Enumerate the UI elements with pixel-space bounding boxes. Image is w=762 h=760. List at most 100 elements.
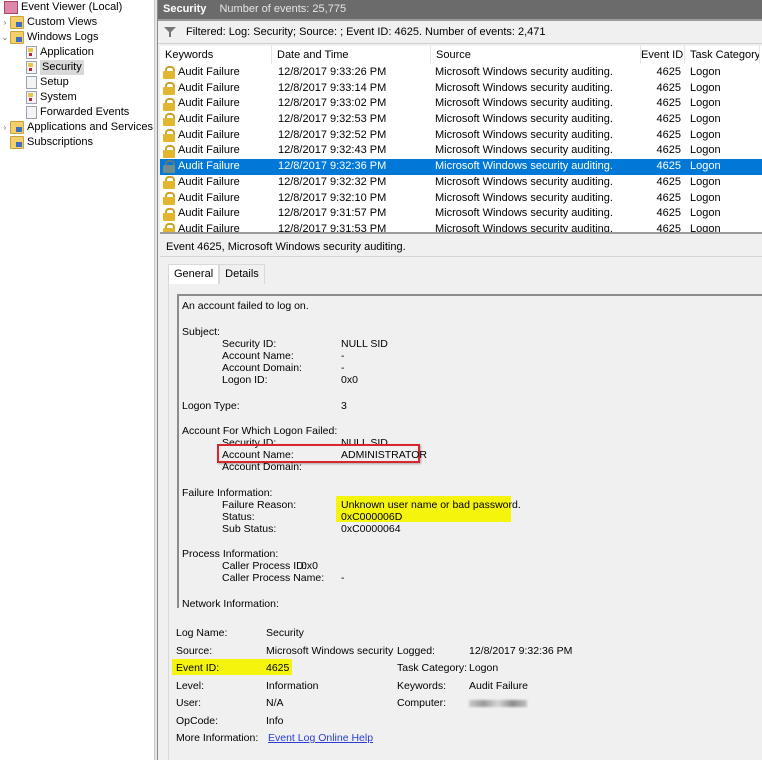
cell-event-id: 4625 <box>656 113 681 126</box>
log-icon <box>26 106 37 119</box>
event-viewer-icon <box>4 1 18 14</box>
cell-source: Microsoft Windows security auditing. <box>435 113 613 126</box>
meta-task-category-value: Logon <box>469 662 499 674</box>
cell-task-category: Logon <box>690 113 721 126</box>
cell-keywords: Audit Failure <box>160 143 272 159</box>
lock-icon <box>163 207 175 221</box>
logon-type-label: Logon Type: <box>182 400 240 412</box>
event-row[interactable]: Audit Failure 12/8/2017 9:33:02 PM Microso… <box>160 96 762 112</box>
tree-item-event-viewer-local[interactable]: Event Viewer (Local) <box>0 0 122 15</box>
meta-logged-value: 12/8/2017 9:32:36 PM <box>469 645 573 657</box>
event-row[interactable]: Audit Failure 12/8/2017 9:32:43 PM Microso… <box>160 143 762 159</box>
cell-date-time: 12/8/2017 9:33:26 PM <box>278 66 387 78</box>
column-header-event-id[interactable]: Event ID <box>641 46 685 64</box>
meta-user-label: User: <box>176 697 202 709</box>
event-log-online-help-link[interactable]: Event Log Online Help <box>268 731 373 745</box>
tree-item-windows-logs[interactable]: ⌄ Windows Logs <box>0 30 99 45</box>
cell-task-category: Logon <box>690 66 721 78</box>
cell-source: Microsoft Windows security auditing. <box>435 222 613 234</box>
subject-account-name-value: - <box>341 350 345 362</box>
status-label: Status: <box>222 511 255 523</box>
cell-date-time: 12/8/2017 9:31:57 PM <box>278 207 387 220</box>
keywords-text: Audit Failure <box>178 81 240 94</box>
filter-bar: Filtered: Log: Security; Source: ; Event… <box>158 19 762 44</box>
meta-task-category-label: Task Category: <box>397 662 468 674</box>
log-icon <box>26 76 37 89</box>
tree-item-security[interactable]: Security <box>16 60 84 75</box>
tree-item-application[interactable]: Application <box>16 45 94 60</box>
process-info-heading: Process Information: <box>182 548 279 560</box>
cell-date-time: 12/8/2017 9:32:32 PM <box>278 175 387 188</box>
tree-item-label: Forwarded Events <box>40 106 130 118</box>
event-description[interactable]: An account failed to log on. Subject: Se… <box>177 294 762 608</box>
meta-logged-label: Logged: <box>397 645 435 657</box>
subject-security-id-value: NULL SID <box>341 338 388 350</box>
cell-task-category: Logon <box>690 175 721 188</box>
subject-account-domain-label: Account Domain: <box>222 362 302 374</box>
subject-account-domain-value: - <box>341 362 345 374</box>
event-row[interactable]: Audit Failure 12/8/2017 9:31:57 PM Microso… <box>160 206 762 222</box>
event-row[interactable]: Audit Failure 12/8/2017 9:33:26 PM Microso… <box>160 65 762 81</box>
event-row[interactable]: Audit Failure 12/8/2017 9:32:32 PM Microso… <box>160 175 762 191</box>
cell-event-id: 4625 <box>656 97 681 110</box>
meta-opcode-label: OpCode: <box>176 715 219 727</box>
chevron-right-icon[interactable]: › <box>0 120 10 135</box>
cell-task-category: Logon <box>690 81 721 94</box>
keywords-text: Audit Failure <box>178 159 240 175</box>
keywords-text: Audit Failure <box>178 97 240 110</box>
cell-task-category: Logon <box>690 207 721 220</box>
lock-icon <box>163 176 175 190</box>
tree-item-label: Applications and Services Lo <box>27 121 154 133</box>
tree-item-custom-views[interactable]: › Custom Views <box>0 15 97 30</box>
description-intro: An account failed to log on. <box>182 300 309 312</box>
tab-general[interactable]: General <box>168 264 220 285</box>
tree-item-label: Application <box>40 46 94 58</box>
tree-item-label: Security <box>40 60 84 75</box>
cell-keywords: Audit Failure <box>160 81 272 97</box>
log-icon <box>26 46 37 59</box>
main-pane: Security Number of events: 25,775 Filter… <box>158 0 762 760</box>
chevron-right-icon[interactable]: › <box>0 15 10 30</box>
event-row[interactable]: Audit Failure 12/8/2017 9:32:52 PM Microso… <box>160 128 762 144</box>
cell-event-id: 4625 <box>656 175 681 188</box>
meta-opcode-value: Info <box>266 715 284 727</box>
event-row[interactable]: Audit Failure 12/8/2017 9:31:53 PM Microso… <box>160 222 762 234</box>
tree-item-label: Subscriptions <box>27 136 94 148</box>
cell-date-time: 12/8/2017 9:32:52 PM <box>278 128 387 141</box>
tree-item-subscriptions[interactable]: Subscriptions <box>0 135 93 150</box>
event-row[interactable]: Audit Failure 12/8/2017 9:33:14 PM Microso… <box>160 81 762 97</box>
cell-keywords: Audit Failure <box>160 96 272 112</box>
cell-keywords: Audit Failure <box>160 128 272 144</box>
meta-computer-label: Computer: <box>397 697 447 709</box>
grid-header: Keywords Date and Time Source Event ID T… <box>160 46 762 65</box>
chevron-down-icon[interactable]: ⌄ <box>0 30 10 45</box>
cell-event-id: 4625 <box>656 128 681 141</box>
failure-reason-value: Unknown user name or bad password. <box>341 499 521 511</box>
cell-date-time: 12/8/2017 9:33:02 PM <box>278 97 387 110</box>
column-header-source[interactable]: Source <box>431 46 641 64</box>
tree-item-applications-and-services-lo[interactable]: › Applications and Services Lo <box>0 120 154 135</box>
event-row[interactable]: Audit Failure 12/8/2017 9:32:36 PM Microso… <box>160 159 762 175</box>
column-header-keywords[interactable]: Keywords <box>160 46 272 64</box>
cell-source: Microsoft Windows security auditing. <box>435 175 613 188</box>
general-tab-panel: An account failed to log on. Subject: Se… <box>168 284 762 760</box>
meta-source-value: Microsoft Windows security <box>266 645 394 657</box>
lock-icon <box>163 191 175 205</box>
cell-source: Microsoft Windows security auditing. <box>435 128 613 141</box>
detail-tabs: General Details <box>168 264 265 285</box>
events-grid: Keywords Date and Time Source Event ID T… <box>160 46 762 234</box>
cell-task-category: Logon <box>690 128 721 141</box>
tree-item-system[interactable]: System <box>16 90 77 105</box>
event-row[interactable]: Audit Failure 12/8/2017 9:32:10 PM Microso… <box>160 191 762 207</box>
meta-event-id-label: Event ID: <box>176 662 220 674</box>
cell-date-time: 12/8/2017 9:32:53 PM <box>278 113 387 126</box>
tree-item-setup[interactable]: Setup <box>16 75 69 90</box>
column-header-date-time[interactable]: Date and Time <box>272 46 431 64</box>
failed-account-name-value: ADMINISTRATOR <box>341 449 427 461</box>
log-icon <box>26 91 37 104</box>
tree-item-forwarded-events[interactable]: Forwarded Events <box>16 105 129 120</box>
event-row[interactable]: Audit Failure 12/8/2017 9:32:53 PM Microso… <box>160 112 762 128</box>
lock-icon <box>163 113 175 127</box>
column-header-task-category[interactable]: Task Category <box>685 46 760 64</box>
tab-details[interactable]: Details <box>219 264 265 284</box>
